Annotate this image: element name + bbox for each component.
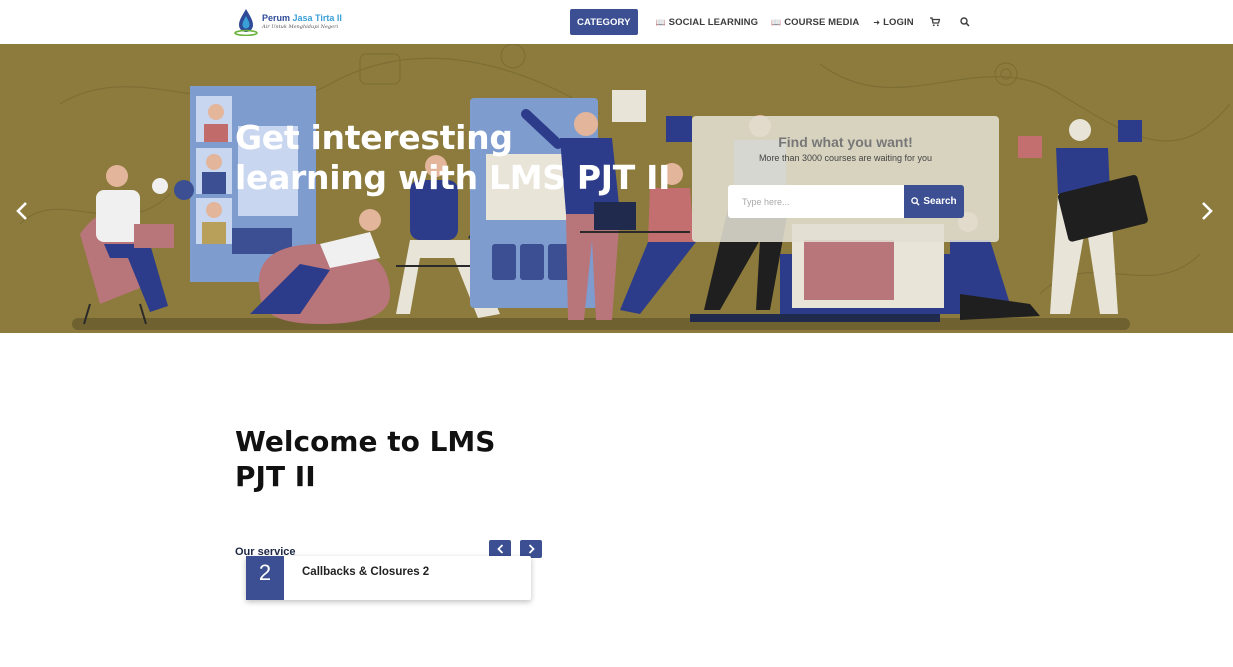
search-icon bbox=[960, 17, 970, 27]
book-icon: 📖 bbox=[771, 17, 782, 27]
welcome-title: Welcome to LMS PJT II bbox=[235, 425, 496, 493]
site-header: Perum Jasa Tirta II Air Untuk Menghidupi… bbox=[0, 0, 1233, 44]
service-card[interactable]: 2 Callbacks & Closures 2 bbox=[246, 556, 531, 600]
nav-login-label: LOGIN bbox=[883, 16, 914, 28]
cart-button[interactable] bbox=[929, 17, 940, 27]
course-search-panel: Find what you want! More than 3000 cours… bbox=[692, 116, 999, 242]
logo-title: Perum Jasa Tirta II bbox=[262, 13, 342, 23]
service-card-title: Callbacks & Closures 2 bbox=[302, 566, 430, 578]
nav-social-learning-label: SOCIAL LEARNING bbox=[668, 16, 759, 28]
search-icon bbox=[911, 197, 920, 206]
chevron-left-icon bbox=[16, 202, 27, 220]
nav-category-label: CATEGORY bbox=[577, 16, 631, 28]
chevron-right-icon bbox=[528, 544, 535, 554]
search-panel-title: Find what you want! bbox=[778, 134, 913, 150]
nav-social-learning[interactable]: 📖 SOCIAL LEARNING bbox=[656, 17, 759, 28]
service-card-number: 2 bbox=[246, 556, 284, 600]
nav-category-button[interactable]: CATEGORY bbox=[570, 9, 638, 35]
search-panel-subtitle: More than 3000 courses are waiting for y… bbox=[758, 153, 933, 163]
search-button[interactable]: Search bbox=[904, 185, 964, 218]
nav-course-media-label: COURSE MEDIA bbox=[784, 16, 860, 28]
cart-icon bbox=[929, 17, 940, 27]
hero-banner: Get interesting learning with LMS PJT II… bbox=[0, 44, 1233, 333]
logo-tagline: Air Untuk Menghidupi Negeri bbox=[262, 24, 339, 30]
hero-prev-arrow[interactable] bbox=[16, 200, 28, 226]
nav-course-media[interactable]: 📖 COURSE MEDIA bbox=[771, 17, 859, 28]
site-logo[interactable]: Perum Jasa Tirta II Air Untuk Menghidupi… bbox=[234, 8, 344, 36]
water-drop-logo-icon bbox=[234, 9, 258, 36]
search-button-label: Search bbox=[923, 196, 957, 207]
hero-title: Get interesting learning with LMS PJT II bbox=[235, 118, 671, 197]
nav-search-button[interactable] bbox=[960, 17, 970, 27]
main-nav: CATEGORY 📖 SOCIAL LEARNING 📖 COURSE MEDI… bbox=[570, 9, 970, 35]
chevron-right-icon bbox=[1202, 202, 1213, 220]
sign-in-icon: ➜ bbox=[873, 17, 881, 27]
nav-login[interactable]: ➜ LOGIN bbox=[873, 17, 913, 28]
course-search-input[interactable] bbox=[728, 185, 904, 218]
book-icon: 📖 bbox=[655, 17, 666, 27]
hero-next-arrow[interactable] bbox=[1201, 200, 1213, 226]
chevron-left-icon bbox=[496, 544, 503, 554]
